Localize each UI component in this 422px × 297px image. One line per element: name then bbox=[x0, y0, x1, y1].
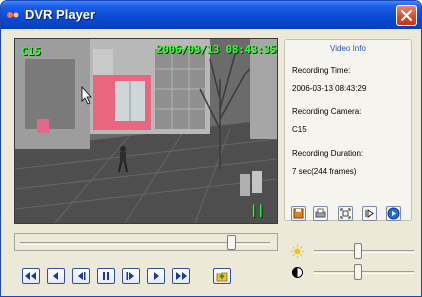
last-frame-icon bbox=[176, 272, 187, 280]
step-forward-button[interactable] bbox=[147, 268, 165, 284]
recording-duration-label: Recording Duration: bbox=[292, 149, 364, 158]
play-forward-button[interactable] bbox=[122, 268, 140, 284]
recording-duration-value: 7 sec(244 frames) bbox=[292, 167, 357, 176]
pause-button[interactable] bbox=[97, 268, 115, 284]
client-area: C15 2006/03/13 08:43:35 || Video Info Re… bbox=[4, 29, 418, 293]
print-button[interactable] bbox=[313, 206, 328, 221]
app-icon bbox=[7, 12, 19, 18]
first-frame-button[interactable] bbox=[22, 268, 40, 284]
play-forward-icon bbox=[126, 272, 134, 280]
contrast-thumb[interactable] bbox=[353, 264, 362, 280]
timeline-slider[interactable] bbox=[14, 233, 278, 251]
recording-time-label: Recording Time: bbox=[292, 66, 351, 75]
status-mark-overlay: || bbox=[250, 203, 265, 217]
step-back-icon bbox=[53, 272, 58, 280]
contrast-icon bbox=[292, 267, 303, 278]
last-frame-button[interactable] bbox=[172, 268, 190, 284]
print-icon bbox=[315, 208, 326, 218]
recording-camera-value: C15 bbox=[292, 125, 307, 134]
video-view[interactable]: C15 2006/03/13 08:43:35 || bbox=[14, 38, 278, 224]
video-info-panel: Video Info Recording Time: 2006-03-13 08… bbox=[284, 39, 412, 221]
recording-camera-label: Recording Camera: bbox=[292, 107, 362, 116]
recording-time-value: 2006-03-13 08:43:29 bbox=[292, 84, 367, 93]
pause-icon bbox=[103, 272, 109, 280]
step-forward-icon bbox=[154, 272, 159, 280]
play-reverse-button[interactable] bbox=[72, 268, 90, 284]
video-info-title: Video Info bbox=[330, 44, 366, 53]
first-frame-icon bbox=[25, 272, 36, 280]
fit-icon bbox=[340, 208, 351, 219]
brightness-slider[interactable] bbox=[314, 241, 414, 261]
window-title: DVR Player bbox=[25, 7, 96, 22]
close-button[interactable] bbox=[396, 5, 417, 26]
open-folder-icon bbox=[216, 272, 228, 282]
step-button[interactable] bbox=[362, 206, 377, 221]
save-button[interactable] bbox=[291, 206, 306, 221]
contrast-slider[interactable] bbox=[314, 262, 414, 282]
brightness-icon bbox=[291, 245, 304, 258]
contrast-track bbox=[314, 271, 414, 274]
brightness-track bbox=[314, 250, 414, 253]
timeline-thumb[interactable] bbox=[227, 235, 237, 250]
play-circle-icon bbox=[387, 207, 400, 220]
close-icon bbox=[400, 9, 413, 22]
dvr-player-window: DVR Player C15 2006/03/13 08:43:35 || Vi… bbox=[0, 0, 422, 297]
step-icon bbox=[365, 209, 374, 218]
video-frame bbox=[15, 39, 277, 223]
fit-button[interactable] bbox=[338, 206, 353, 221]
brightness-thumb[interactable] bbox=[353, 243, 362, 259]
camera-label-overlay: C15 bbox=[21, 45, 41, 58]
title-bar[interactable]: DVR Player bbox=[1, 1, 421, 29]
step-back-button[interactable] bbox=[47, 268, 65, 284]
play-circle-button[interactable] bbox=[386, 206, 401, 221]
open-folder-button[interactable] bbox=[213, 268, 231, 284]
timestamp-overlay: 2006/03/13 08:43:35 bbox=[156, 43, 277, 56]
play-reverse-icon bbox=[78, 272, 86, 280]
save-icon bbox=[293, 208, 304, 219]
